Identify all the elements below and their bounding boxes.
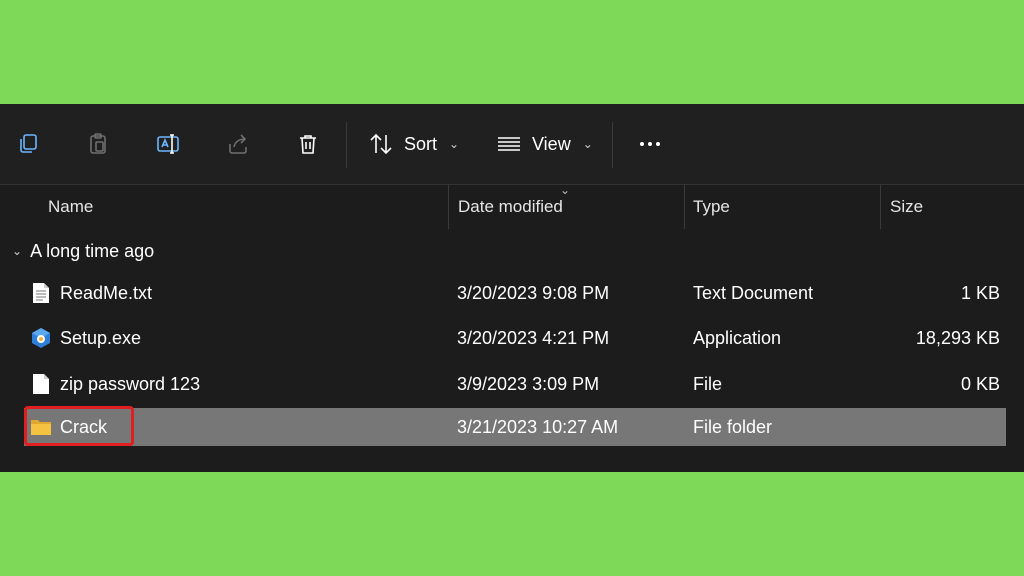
file-date: 3/21/2023 10:27 AM bbox=[457, 416, 619, 437]
column-divider[interactable] bbox=[448, 185, 449, 229]
file-type: File bbox=[693, 373, 723, 394]
chevron-down-icon: ⌄ bbox=[582, 137, 593, 151]
chevron-down-icon[interactable]: ⌄ bbox=[12, 244, 22, 258]
file-explorer-window: Sort ⌄ View ⌄ Name ⌄ Date modified Type bbox=[0, 104, 1024, 472]
file-type: Application bbox=[693, 327, 782, 348]
file-name: Setup.exe bbox=[60, 327, 142, 348]
delete-icon bbox=[300, 135, 316, 154]
share-button[interactable] bbox=[220, 126, 256, 162]
sort-label: Sort bbox=[404, 133, 438, 154]
see-more-button[interactable] bbox=[636, 126, 664, 162]
file-row-crack-folder[interactable]: Crack 3/21/2023 10:27 AM File folder bbox=[24, 408, 1006, 446]
file-name: ReadMe.txt bbox=[60, 282, 153, 303]
ellipsis-icon bbox=[640, 142, 644, 146]
paste-button[interactable] bbox=[80, 126, 116, 162]
toolbar-separator bbox=[612, 122, 613, 168]
view-label: View bbox=[532, 133, 571, 154]
share-icon bbox=[229, 134, 247, 154]
file-type: File folder bbox=[693, 416, 773, 437]
column-headers: Name ⌄ Date modified Type Size bbox=[0, 183, 1012, 229]
setup-app-icon bbox=[30, 327, 52, 349]
file-size: 0 KB bbox=[960, 373, 1000, 394]
toolbar-separator bbox=[346, 122, 347, 168]
column-header-size[interactable]: Size bbox=[890, 185, 923, 229]
view-button[interactable]: View ⌄ bbox=[496, 126, 593, 162]
scrollbar[interactable] bbox=[1012, 185, 1024, 472]
sort-icon bbox=[370, 133, 392, 155]
file-type: Text Document bbox=[693, 282, 814, 303]
group-header[interactable]: ⌄ A long time ago bbox=[12, 238, 154, 264]
text-document-icon bbox=[30, 282, 52, 304]
delete-button[interactable] bbox=[290, 126, 326, 162]
command-bar: Sort ⌄ View ⌄ bbox=[0, 104, 1024, 184]
sort-button[interactable]: Sort ⌄ bbox=[368, 126, 459, 162]
paste-icon bbox=[90, 133, 106, 154]
group-label: A long time ago bbox=[30, 240, 155, 261]
column-header-date[interactable]: Date modified bbox=[458, 185, 563, 229]
rename-button[interactable] bbox=[150, 126, 186, 162]
red-highlight-box bbox=[24, 406, 134, 446]
column-header-type[interactable]: Type bbox=[693, 185, 730, 229]
blank-file-icon bbox=[30, 373, 52, 395]
file-name: zip password 123 bbox=[60, 373, 201, 394]
chevron-down-icon: ⌄ bbox=[449, 137, 460, 151]
column-divider[interactable] bbox=[880, 185, 881, 229]
file-row-readme[interactable]: ReadMe.txt 3/20/2023 9:08 PM Text Docume… bbox=[24, 274, 1006, 312]
file-date: 3/9/2023 3:09 PM bbox=[457, 373, 600, 394]
file-date: 3/20/2023 4:21 PM bbox=[457, 327, 610, 348]
file-date: 3/20/2023 9:08 PM bbox=[457, 282, 610, 303]
view-icon bbox=[498, 137, 520, 151]
column-divider[interactable] bbox=[684, 185, 685, 229]
file-row-zip-password[interactable]: zip password 123 3/9/2023 3:09 PM File 0… bbox=[24, 365, 1006, 403]
file-size: 18,293 KB bbox=[915, 327, 1000, 348]
column-header-name[interactable]: Name bbox=[48, 185, 93, 229]
rename-icon bbox=[157, 134, 179, 154]
copy-button[interactable] bbox=[10, 126, 46, 162]
file-row-setup[interactable]: Setup.exe 3/20/2023 4:21 PM Application … bbox=[24, 319, 1006, 357]
file-size: 1 KB bbox=[960, 282, 1000, 303]
copy-icon bbox=[20, 134, 37, 153]
